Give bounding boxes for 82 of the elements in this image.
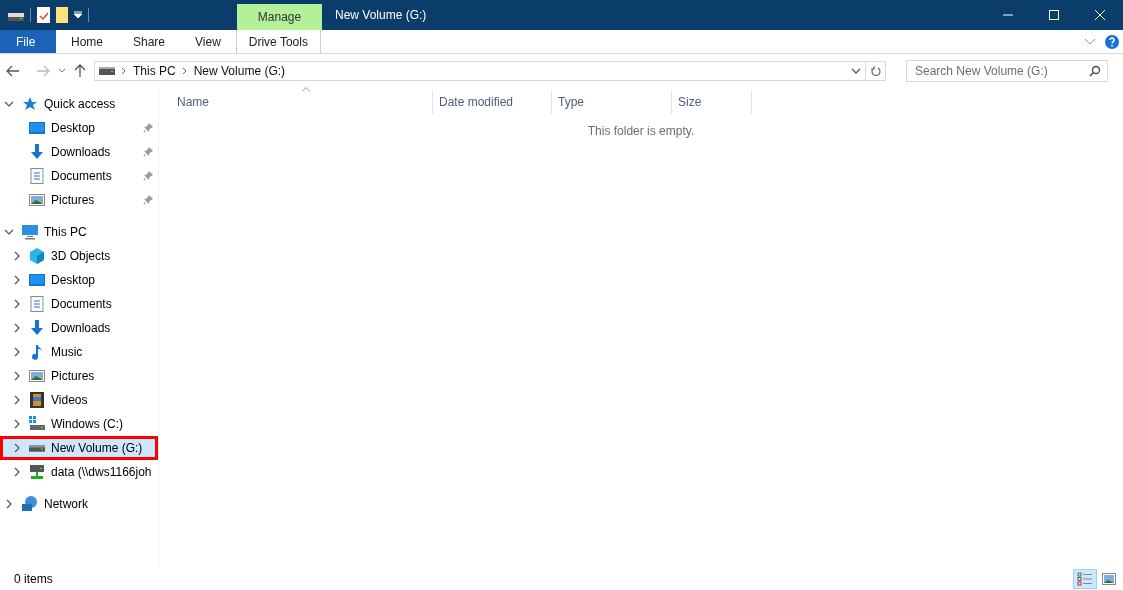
nav-item[interactable]: Pictures — [0, 188, 158, 212]
column-header[interactable]: Name — [171, 90, 433, 114]
column-header[interactable]: Size — [672, 90, 752, 114]
down-arrow-icon — [29, 320, 45, 336]
network-icon — [22, 496, 38, 512]
nav-item[interactable]: Documents — [0, 164, 158, 188]
nav-item[interactable]: Desktop — [0, 116, 158, 140]
nav-item[interactable]: Desktop — [0, 268, 158, 292]
up-arrow-icon[interactable] — [74, 64, 86, 78]
chevron-right-icon[interactable] — [181, 67, 188, 75]
picture-icon — [29, 368, 45, 384]
help-icon[interactable] — [1105, 34, 1119, 49]
chevron-right-icon[interactable] — [4, 499, 14, 509]
network-drive-icon — [29, 464, 45, 480]
address-bar[interactable]: This PC New Volume (G:) — [94, 61, 866, 81]
chevron-right-icon[interactable] — [12, 323, 22, 333]
picture-icon — [1102, 573, 1116, 585]
chevron-down-icon[interactable] — [4, 99, 14, 109]
chevron-right-icon[interactable] — [12, 275, 22, 285]
nav-item[interactable]: Pictures — [0, 364, 158, 388]
search-icon[interactable] — [1089, 65, 1101, 77]
down-arrow-icon — [29, 144, 45, 160]
pin-icon[interactable] — [143, 147, 153, 157]
empty-folder-message: This folder is empty. — [587, 124, 695, 138]
pin-icon[interactable] — [143, 171, 153, 181]
nav-item[interactable]: Documents — [0, 292, 158, 316]
refresh-icon — [870, 65, 881, 77]
item-count: 0 items — [14, 572, 53, 586]
chevron-right-icon[interactable] — [12, 347, 22, 357]
chevron-down-icon[interactable] — [58, 68, 66, 74]
chevron-right-icon[interactable] — [12, 467, 22, 477]
breadcrumb[interactable]: New Volume (G:) — [193, 64, 286, 78]
film-icon — [29, 392, 45, 408]
nav-item[interactable]: data (\\dws1166joh — [0, 460, 158, 484]
nav-item[interactable]: Music — [0, 340, 158, 364]
computer-icon — [22, 224, 38, 240]
drive-icon — [29, 444, 45, 452]
nav-item[interactable]: This PC — [0, 220, 158, 244]
details-view-icon — [1077, 572, 1093, 586]
chevron-right-icon[interactable] — [12, 443, 22, 453]
window-title: New Volume (G:) — [334, 7, 428, 24]
nav-item[interactable]: Videos — [0, 388, 158, 412]
drive-icon — [99, 67, 115, 75]
picture-icon — [29, 192, 45, 208]
cube-icon — [29, 248, 45, 264]
chevron-down-icon[interactable] — [851, 68, 861, 74]
chevron-right-icon[interactable] — [12, 299, 22, 309]
chevron-right-icon[interactable] — [12, 371, 22, 381]
manage-tab-group: Manage — [237, 4, 322, 30]
nav-item[interactable]: 3D Objects — [0, 244, 158, 268]
star-icon — [22, 96, 38, 112]
nav-item[interactable]: New Volume (G:) — [0, 436, 158, 460]
breadcrumb[interactable]: This PC — [133, 64, 176, 78]
document-icon — [29, 296, 45, 312]
chevron-down-icon[interactable] — [4, 227, 14, 237]
maximize-icon — [1049, 10, 1059, 20]
nav-item[interactable]: Downloads — [0, 316, 158, 340]
column-header[interactable]: Date modified — [433, 90, 552, 114]
nav-item[interactable]: Quick access — [0, 92, 158, 116]
drive-icon — [29, 416, 45, 432]
chevron-right-icon[interactable] — [121, 67, 127, 75]
back-arrow-icon[interactable] — [6, 65, 20, 77]
close-icon — [1095, 10, 1105, 20]
nav-item[interactable]: Windows (C:) — [0, 412, 158, 436]
pin-icon[interactable] — [143, 123, 153, 133]
file-tab[interactable]: File — [0, 30, 56, 53]
column-header[interactable]: Type — [552, 90, 672, 114]
chevron-right-icon[interactable] — [12, 419, 22, 429]
details-view-button[interactable] — [1073, 569, 1097, 589]
chevron-right-icon[interactable] — [12, 251, 22, 261]
chevron-right-icon[interactable] — [12, 395, 22, 405]
refresh-button[interactable] — [866, 61, 886, 81]
nav-item[interactable]: Network — [0, 492, 158, 516]
pin-icon[interactable] — [143, 195, 153, 205]
document-icon — [29, 168, 45, 184]
search-field[interactable]: Search New Volume (G:) — [906, 60, 1108, 82]
desktop-icon — [29, 272, 45, 288]
desktop-icon — [29, 120, 45, 136]
dropdown-icon[interactable] — [74, 11, 82, 19]
properties-icon[interactable] — [37, 7, 50, 23]
music-note-icon — [29, 344, 45, 360]
nav-item[interactable]: Downloads — [0, 140, 158, 164]
